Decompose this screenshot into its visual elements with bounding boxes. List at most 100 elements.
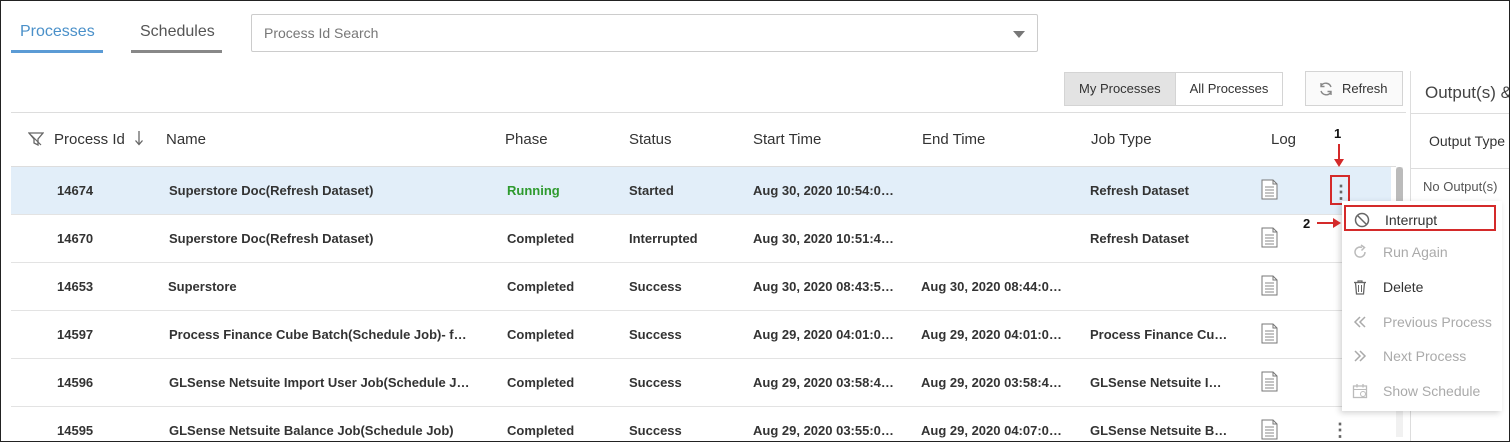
menu-item-label: Previous Process bbox=[1383, 314, 1492, 330]
cell-phase: Completed bbox=[507, 231, 575, 246]
header-process-id[interactable]: Process Id bbox=[54, 131, 125, 148]
table-row[interactable]: 14674 Superstore Doc(Refresh Dataset) Ru… bbox=[11, 167, 1391, 215]
log-document-icon[interactable] bbox=[1261, 419, 1278, 440]
output-type-header: Output Type bbox=[1429, 133, 1506, 149]
cell-job-type: Process Finance Cu… bbox=[1090, 327, 1228, 342]
menu-item-show-schedule[interactable]: Show Schedule bbox=[1342, 376, 1502, 406]
cell-phase: Completed bbox=[507, 423, 575, 438]
table-row[interactable]: 14653 Superstore Completed Success Aug 3… bbox=[11, 263, 1391, 311]
header-phase[interactable]: Phase bbox=[505, 131, 548, 148]
trash-icon bbox=[1354, 280, 1366, 295]
outputs-panel-title: Output(s) & bbox=[1425, 83, 1510, 102]
cell-end-time: Aug 29, 2020 03:58:4… bbox=[921, 375, 1062, 390]
annotation-arrow-head bbox=[1333, 218, 1341, 228]
annotation-step-2: 2 bbox=[1303, 216, 1311, 231]
menu-item-label: Run Again bbox=[1383, 244, 1448, 260]
refresh-label: Refresh bbox=[1342, 81, 1388, 96]
cell-phase: Completed bbox=[507, 375, 575, 390]
header-start-time[interactable]: Start Time bbox=[753, 131, 821, 148]
cell-job-type: GLSense Netsuite I… bbox=[1090, 375, 1222, 390]
cell-process-id: 14597 bbox=[57, 327, 94, 342]
table-row[interactable]: 14595 GLSense Netsuite Balance Job(Sched… bbox=[11, 407, 1391, 441]
cell-status: Success bbox=[629, 423, 682, 438]
cell-job-type: Refresh Dataset bbox=[1090, 183, 1189, 198]
cell-job-type: GLSense Netsuite B… bbox=[1090, 423, 1228, 438]
log-document-icon[interactable] bbox=[1261, 323, 1278, 344]
cell-name: Superstore bbox=[168, 279, 237, 294]
log-document-icon[interactable] bbox=[1261, 179, 1278, 200]
divider bbox=[11, 112, 1406, 113]
cell-process-id: 14653 bbox=[57, 279, 94, 294]
cell-end-time: Aug 29, 2020 04:01:0… bbox=[921, 327, 1062, 342]
calendar-icon bbox=[1352, 384, 1368, 399]
log-document-icon[interactable] bbox=[1261, 275, 1278, 296]
my-processes-button[interactable]: My Processes bbox=[1065, 73, 1175, 105]
all-processes-button[interactable]: All Processes bbox=[1174, 73, 1283, 105]
cell-status: Success bbox=[629, 327, 682, 342]
menu-item-previous-process[interactable]: Previous Process bbox=[1342, 307, 1502, 337]
cell-name: GLSense Netsuite Import User Job(Schedul… bbox=[169, 375, 470, 390]
tab-processes[interactable]: Processes bbox=[11, 23, 103, 53]
cell-status: Interrupted bbox=[629, 231, 698, 246]
cell-name: Superstore Doc(Refresh Dataset) bbox=[169, 231, 374, 246]
header-log: Log bbox=[1271, 131, 1297, 148]
process-id-search-select[interactable]: Process Id Search bbox=[251, 14, 1038, 52]
cell-job-type: Refresh Dataset bbox=[1090, 231, 1189, 246]
menu-item-delete[interactable]: Delete bbox=[1342, 272, 1502, 302]
cell-phase: Completed bbox=[507, 327, 575, 342]
table-row[interactable]: 14597 Process Finance Cube Batch(Schedul… bbox=[11, 311, 1391, 359]
menu-item-label: Next Process bbox=[1383, 348, 1467, 364]
cell-process-id: 14595 bbox=[57, 423, 94, 438]
table-row[interactable]: 14670 Superstore Doc(Refresh Dataset) Co… bbox=[11, 215, 1391, 263]
redo-icon bbox=[1354, 244, 1366, 258]
annotation-step-1: 1 bbox=[1334, 126, 1342, 141]
cell-process-id: 14596 bbox=[57, 375, 94, 390]
no-outputs-text: No Output(s) bbox=[1423, 179, 1498, 194]
sort-down-icon[interactable] bbox=[134, 130, 144, 146]
cell-start-time: Aug 29, 2020 03:58:4… bbox=[753, 375, 894, 390]
refresh-button[interactable]: Refresh bbox=[1305, 71, 1403, 106]
cell-start-time: Aug 30, 2020 08:43:5… bbox=[753, 279, 894, 294]
cell-start-time: Aug 29, 2020 04:01:0… bbox=[753, 327, 894, 342]
menu-item-run-again[interactable]: Run Again bbox=[1342, 237, 1502, 267]
cell-status: Started bbox=[629, 183, 674, 198]
search-placeholder: Process Id Search bbox=[264, 25, 379, 41]
process-manager-window: Processes Schedules Process Id Search My… bbox=[0, 0, 1510, 442]
header-end-time[interactable]: End Time bbox=[922, 131, 985, 148]
menu-item-label: Interrupt bbox=[1385, 212, 1438, 228]
cell-name: Process Finance Cube Batch(Schedule Job)… bbox=[169, 327, 467, 342]
menu-item-label: Show Schedule bbox=[1383, 383, 1481, 399]
refresh-icon bbox=[1320, 82, 1332, 95]
row-context-menu: Interrupt Run Again Delete Previous Proc… bbox=[1342, 201, 1502, 411]
header-status[interactable]: Status bbox=[629, 131, 672, 148]
log-document-icon[interactable] bbox=[1261, 227, 1278, 248]
cell-end-time: Aug 29, 2020 04:07:0… bbox=[921, 423, 1062, 438]
block-icon bbox=[1354, 212, 1370, 228]
cell-end-time: Aug 30, 2020 08:44:0… bbox=[921, 279, 1062, 294]
cell-name: Superstore Doc(Refresh Dataset) bbox=[169, 183, 374, 198]
table-row[interactable]: 14596 GLSense Netsuite Import User Job(S… bbox=[11, 359, 1391, 407]
row-actions-kebab-icon[interactable]: ⋮ bbox=[1330, 415, 1350, 441]
divider bbox=[1411, 113, 1509, 114]
menu-item-label: Delete bbox=[1383, 279, 1424, 295]
cell-phase: Running bbox=[507, 183, 560, 198]
log-document-icon[interactable] bbox=[1261, 371, 1278, 392]
cell-phase: Completed bbox=[507, 279, 575, 294]
process-scope-toggle: My Processes All Processes bbox=[1064, 72, 1284, 106]
chevron-down-icon[interactable] bbox=[1013, 31, 1025, 38]
tab-schedules[interactable]: Schedules bbox=[131, 23, 222, 53]
header-job-type[interactable]: Job Type bbox=[1091, 131, 1152, 148]
filter-icon[interactable] bbox=[28, 132, 44, 146]
double-chevron-right-icon bbox=[1354, 350, 1367, 362]
annotation-arrow-head bbox=[1334, 159, 1344, 167]
divider bbox=[1411, 168, 1509, 169]
menu-item-next-process[interactable]: Next Process bbox=[1342, 341, 1502, 371]
cell-process-id: 14674 bbox=[57, 183, 94, 198]
cell-start-time: Aug 30, 2020 10:54:0… bbox=[753, 183, 894, 198]
cell-start-time: Aug 30, 2020 10:51:4… bbox=[753, 231, 894, 246]
cell-status: Success bbox=[629, 375, 682, 390]
cell-status: Success bbox=[629, 279, 682, 294]
header-name[interactable]: Name bbox=[166, 131, 206, 148]
cell-name: GLSense Netsuite Balance Job(Schedule Jo… bbox=[169, 423, 454, 438]
menu-item-interrupt[interactable]: Interrupt bbox=[1344, 205, 1496, 231]
